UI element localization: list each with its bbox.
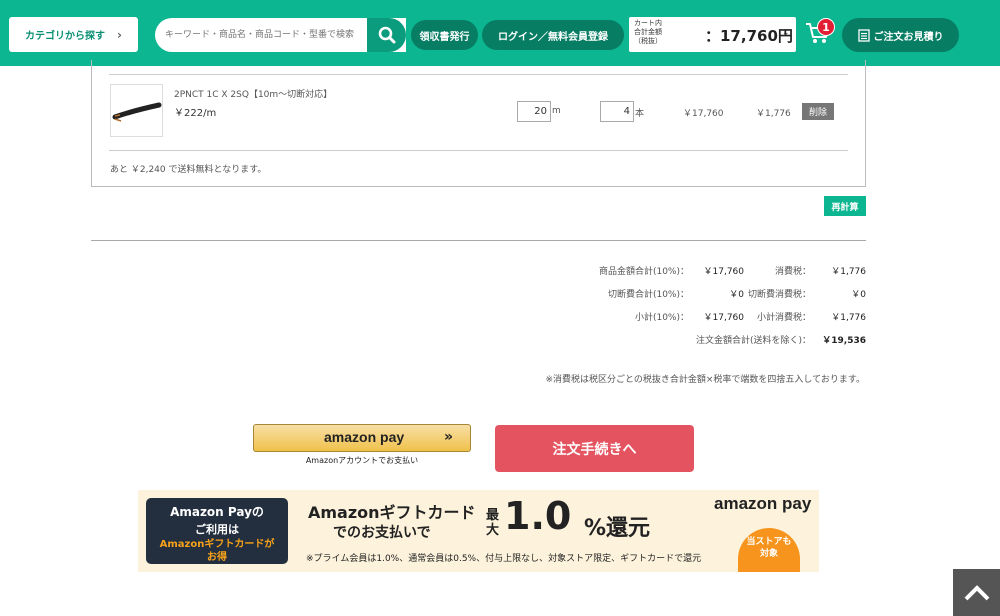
login-button[interactable]: ログイン／無料会員登録: [482, 20, 624, 50]
divider: [109, 74, 848, 75]
document-icon: [857, 28, 870, 42]
goods-tax-label: 消費税：: [774, 267, 811, 277]
receipt-button[interactable]: 領収書発行: [411, 20, 478, 50]
goods-total-label: 商品金額合計(10%)：: [598, 267, 689, 277]
product-name[interactable]: 2PNCT 1C X 2SQ【10m～切断対応】: [174, 87, 332, 100]
subtotal-tax-value: ￥1,776: [831, 313, 866, 323]
subtotal-value: ￥17,760: [703, 313, 745, 323]
cutting-tax-value: ￥0: [851, 290, 866, 300]
scroll-to-top-button[interactable]: [953, 569, 1000, 616]
item-tax: ￥1,776: [756, 109, 791, 119]
order-total-label: 注文金額合計(送料を除く)：: [695, 336, 811, 346]
subtotal-tax-label: 小計消費税：: [756, 313, 811, 323]
delete-button[interactable]: 削除: [802, 103, 834, 120]
search-button[interactable]: [367, 18, 406, 52]
chevron-up-icon: [964, 584, 989, 600]
recalculate-button[interactable]: 再計算: [824, 196, 866, 216]
amazon-pay-caption: Amazonアカウントでお支払い: [305, 456, 419, 465]
banner-subtitle: でのお支払いで: [333, 525, 431, 541]
site-header: カテゴリから探す › 領収書発行 ログイン／無料会員登録 カート内 合計金額 （…: [0, 0, 1000, 66]
banner-title: Amazonギフトカード: [308, 503, 476, 522]
order-total-value: ￥19,536: [822, 336, 866, 346]
store-badge-line1: 当ストアも: [746, 537, 792, 547]
divider: [91, 240, 866, 241]
count-input[interactable]: [600, 101, 634, 122]
free-shipping-note: あと ￥2,240 で送料無料となります。: [110, 165, 267, 175]
goods-total-value: ￥17,760: [703, 267, 745, 277]
order-proceed-button[interactable]: 注文手続きへ: [495, 425, 694, 472]
cable-image: [112, 102, 162, 122]
cart-total-amount: ：17,760円: [705, 27, 793, 45]
tax-note: ※消費税は税区分ごとの税抜き合計金額×税率で端数を四捨五入しております。: [545, 375, 865, 385]
banner-fine-print: ※プライム会員は1.0%、通常会員は0.5%、付与上限なし、対象ストア限定、ギフ…: [306, 554, 702, 564]
cutting-total-value: ￥0: [729, 290, 744, 300]
goods-tax-value: ￥1,776: [831, 267, 866, 277]
banner-promo-line4: お得: [207, 552, 227, 563]
chevron-right-icon: ›: [117, 27, 122, 42]
search-input[interactable]: [165, 27, 365, 43]
product-unit-price: ￥222/m: [174, 108, 217, 119]
banner-rate: 1.0: [504, 494, 572, 538]
count-unit: 本: [635, 109, 645, 119]
cutting-total-label: 切断費合計(10%)：: [607, 290, 689, 300]
subtotal-label: 小計(10%)：: [634, 313, 689, 323]
store-badge: 当ストアも 対象: [738, 528, 800, 572]
cart-total-box[interactable]: カート内 合計金額 （税抜） ：17,760円 ⌄: [629, 17, 796, 52]
product-thumbnail[interactable]: [110, 84, 163, 137]
category-button-label: カテゴリから探す: [25, 31, 106, 42]
quote-button-label: ご注文お見積り: [873, 31, 944, 43]
amazon-pay-button[interactable]: amazon pay »: [253, 424, 471, 452]
banner-rate-suffix: %還元: [584, 516, 651, 541]
cart-count-badge: 1: [817, 18, 835, 36]
item-subtotal: ￥17,760: [683, 109, 724, 119]
divider: [109, 150, 848, 151]
quote-button[interactable]: ご注文お見積り: [842, 18, 959, 52]
banner-promo-line3: Amazonギフトカードが: [159, 539, 275, 550]
chevron-down-icon: ⌄: [782, 28, 790, 38]
length-input[interactable]: [517, 101, 551, 122]
banner-promo-line2: ご利用は: [195, 523, 239, 536]
search-icon: [378, 26, 395, 44]
banner-promo-box: Amazon Payの ご利用は Amazonギフトカードが お得: [146, 498, 288, 564]
store-badge-line2: 対象: [759, 549, 778, 559]
amazon-pay-logo: amazon pay: [714, 494, 812, 513]
cutting-tax-label: 切断費消費税：: [747, 290, 811, 300]
double-chevron-icon: »: [444, 429, 454, 445]
length-unit: m: [552, 106, 561, 116]
banner-promo-line1: Amazon Payの: [170, 505, 264, 519]
cart-total-label: カート内 合計金額 （税抜）: [634, 19, 662, 45]
banner-max: 最大: [486, 508, 500, 538]
category-button[interactable]: カテゴリから探す ›: [9, 17, 138, 52]
amazon-pay-logo: amazon pay: [324, 429, 405, 445]
amazon-pay-banner[interactable]: Amazon Payの ご利用は Amazonギフトカードが お得 Amazon…: [138, 490, 819, 572]
